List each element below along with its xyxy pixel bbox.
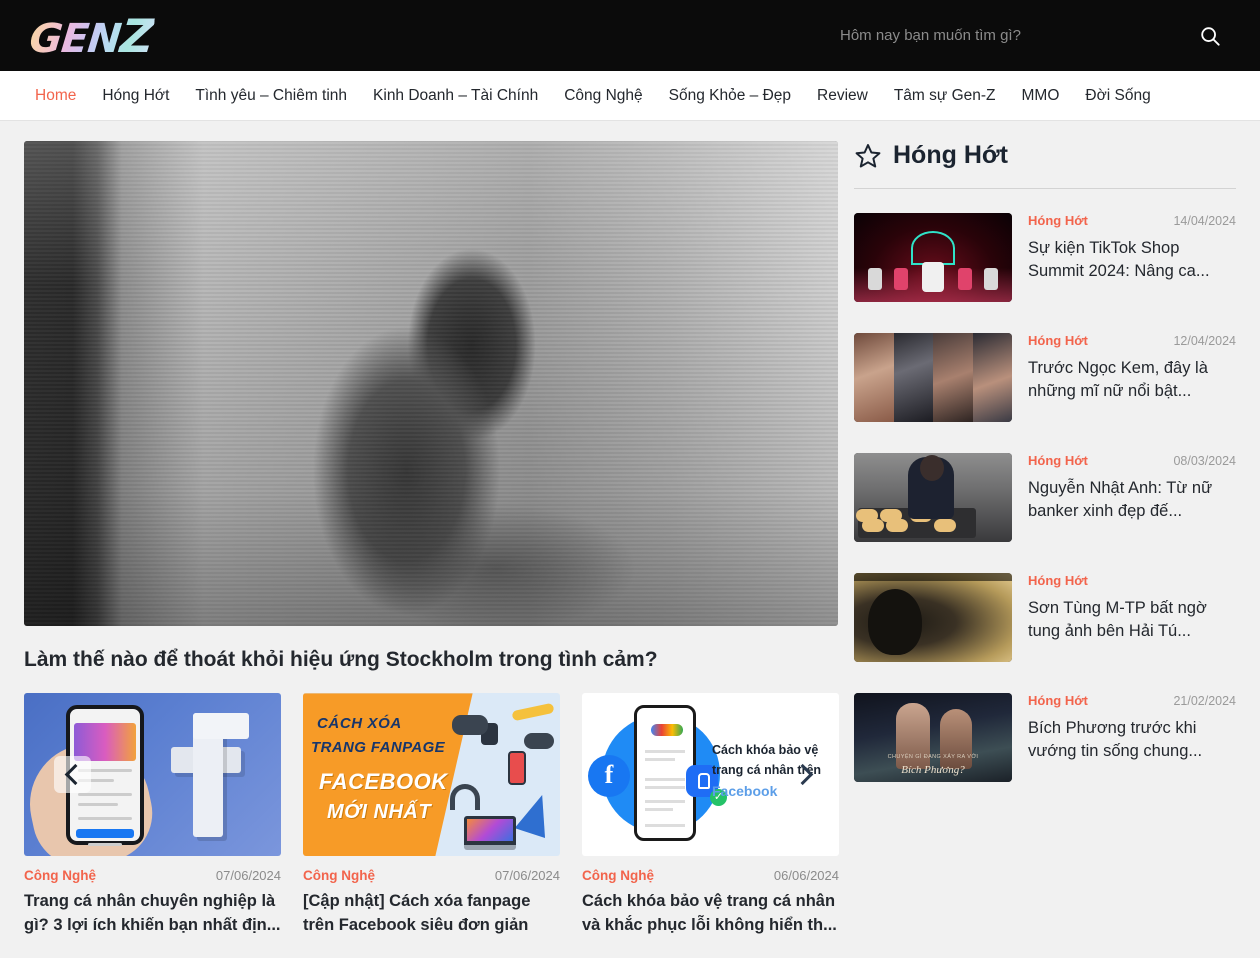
site-logo[interactable]: GENZ <box>28 13 156 59</box>
sidebar-article-item[interactable]: Hóng Hớt 08/03/2024 Nguyễn Nhật Anh: Từ … <box>854 437 1236 557</box>
sidebar-item-date: 21/02/2024 <box>1173 694 1236 708</box>
page-body: Làm thế nào để thoát khỏi hiệu ứng Stock… <box>0 121 1260 958</box>
sidebar-item-title[interactable]: Sơn Tùng M-TP bất ngờ tung ảnh bên Hải T… <box>1028 597 1236 643</box>
sidebar-item-category[interactable]: Hóng Hớt <box>1028 333 1088 348</box>
featured-article-title[interactable]: Làm thế nào để thoát khỏi hiệu ứng Stock… <box>24 646 838 674</box>
thumb-text-line1: CHUYỆN GÌ ĐANG XẢY RA VỚI <box>887 754 979 760</box>
sidebar-item-body: Hóng Hớt 21/02/2024 Bích Phương trước kh… <box>1028 693 1236 782</box>
sidebar-title: Hóng Hớt <box>893 141 1008 169</box>
nav-item-song-khoe[interactable]: Sống Khỏe – Đẹp <box>656 71 804 120</box>
nav-item-doi-song[interactable]: Đời Sống <box>1072 71 1163 120</box>
sidebar-article-item[interactable]: CHUYỆN GÌ ĐANG XẢY RA VỚI Bích Phương? H… <box>854 677 1236 797</box>
sidebar-article-item[interactable]: Hóng Hớt Sơn Tùng M-TP bất ngờ tung ảnh … <box>854 557 1236 677</box>
sidebar-thumbnail[interactable]: CHUYỆN GÌ ĐANG XẢY RA VỚI Bích Phương? <box>854 693 1012 782</box>
sidebar-item-title[interactable]: Bích Phương trước khi vướng tin sống chu… <box>1028 717 1236 763</box>
thumb-text-line3: FACEBOOK <box>319 769 448 795</box>
sidebar-item-category[interactable]: Hóng Hớt <box>1028 693 1088 708</box>
sidebar-item-title[interactable]: Trước Ngọc Kem, đây là những mĩ nữ nổi b… <box>1028 357 1236 403</box>
card-date: 06/06/2024 <box>773 868 839 884</box>
carousel-card[interactable]: CÁCH XÓA TRANG FANPAGE FACEBOOK MỚI NHẤT… <box>303 693 560 937</box>
carousel-prev-button[interactable] <box>54 756 91 794</box>
sidebar-item-meta: Hóng Hớt 14/04/2024 <box>1028 213 1236 228</box>
star-icon <box>854 142 882 170</box>
sidebar-item-meta: Hóng Hớt 08/03/2024 <box>1028 453 1236 468</box>
card-meta: Công Nghệ 07/06/2024 <box>303 868 560 883</box>
card-category[interactable]: Công Nghệ <box>582 868 654 883</box>
sidebar-item-meta: Hóng Hớt 21/02/2024 <box>1028 693 1236 708</box>
logo-text-z: Z <box>117 8 156 63</box>
featured-article-image[interactable] <box>24 141 838 626</box>
nav-item-cong-nghe[interactable]: Công Nghệ <box>551 71 655 120</box>
card-title[interactable]: [Cập nhật] Cách xóa fanpage trên Faceboo… <box>303 890 560 937</box>
card-title[interactable]: Cách khóa bảo vệ trang cá nhân và khắc p… <box>582 890 839 937</box>
thumb-art-silhouette <box>854 573 1012 662</box>
sidebar-item-title[interactable]: Sự kiện TikTok Shop Summit 2024: Nâng ca… <box>1028 237 1236 283</box>
sidebar-article-item[interactable]: Hóng Hớt 12/04/2024 Trước Ngọc Kem, đây … <box>854 317 1236 437</box>
nav-item-tinh-yeu[interactable]: Tình yêu – Chiêm tinh <box>182 71 360 120</box>
card-category[interactable]: Công Nghệ <box>24 868 96 883</box>
sidebar-item-date: 08/03/2024 <box>1173 454 1236 468</box>
nav-item-review[interactable]: Review <box>804 71 881 120</box>
card-date: 07/06/2024 <box>494 868 560 884</box>
search-icon <box>1199 25 1221 47</box>
nav-item-hong-hot[interactable]: Hóng Hớt <box>89 71 182 120</box>
hero-photo-bw <box>24 141 838 626</box>
carousel-next-button[interactable] <box>787 756 824 793</box>
sidebar-item-meta: Hóng Hớt <box>1028 573 1236 588</box>
article-carousel: Công Nghệ 07/06/2024 Trang cá nhân chuyê… <box>24 693 839 937</box>
carousel-card[interactable]: f ✓ Cách khóa bảo vệ trang cá nhân trên … <box>582 693 839 937</box>
card-category[interactable]: Công Nghệ <box>303 868 375 883</box>
featured-article[interactable]: Làm thế nào để thoát khỏi hiệu ứng Stock… <box>24 141 838 674</box>
nav-item-home[interactable]: Home <box>22 71 89 120</box>
sidebar-item-body: Hóng Hớt 08/03/2024 Nguyễn Nhật Anh: Từ … <box>1028 453 1236 542</box>
nav-item-mmo[interactable]: MMO <box>1009 71 1073 120</box>
sidebar-header: Hóng Hớt <box>854 141 1236 189</box>
sidebar-item-body: Hóng Hớt 14/04/2024 Sự kiện TikTok Shop … <box>1028 213 1236 302</box>
sidebar-item-category[interactable]: Hóng Hớt <box>1028 573 1088 588</box>
chevron-left-icon <box>64 764 86 786</box>
sidebar-item-body: Hóng Hớt Sơn Tùng M-TP bất ngờ tung ảnh … <box>1028 573 1236 662</box>
thumb-art-fanpage-banner: CÁCH XÓA TRANG FANPAGE FACEBOOK MỚI NHẤT <box>303 693 560 857</box>
card-meta: Công Nghệ 06/06/2024 <box>582 868 839 883</box>
nav-item-kinh-doanh[interactable]: Kinh Doanh – Tài Chính <box>360 71 551 120</box>
thumb-text-line1: CÁCH XÓA <box>317 715 402 733</box>
sidebar-article-item[interactable]: Hóng Hớt 14/04/2024 Sự kiện TikTok Shop … <box>854 197 1236 317</box>
sidebar-item-date: 14/04/2024 <box>1173 214 1236 228</box>
thumb-text-line2: TRANG FANPAGE <box>311 739 446 757</box>
sidebar-item-category[interactable]: Hóng Hớt <box>1028 213 1088 228</box>
sidebar-thumbnail[interactable] <box>854 333 1012 422</box>
main-content: Làm thế nào để thoát khỏi hiệu ứng Stock… <box>24 141 839 958</box>
thumb-art-baker <box>854 453 1012 542</box>
thumb-art-bich-phuong: CHUYỆN GÌ ĐANG XẢY RA VỚI Bích Phương? <box>854 693 1012 782</box>
search-input[interactable] <box>840 21 1170 50</box>
card-date: 07/06/2024 <box>215 868 281 884</box>
sidebar-item-body: Hóng Hớt 12/04/2024 Trước Ngọc Kem, đây … <box>1028 333 1236 422</box>
header-search-area <box>840 14 1232 58</box>
site-header: GENZ <box>0 0 1260 71</box>
sidebar-item-title[interactable]: Nguyễn Nhật Anh: Từ nữ banker xinh đẹp đ… <box>1028 477 1236 523</box>
carousel-card[interactable]: Công Nghệ 07/06/2024 Trang cá nhân chuyê… <box>24 693 281 937</box>
thumb-text-line4: MỚI NHẤT <box>327 801 432 824</box>
thumb-art-women-collage <box>854 333 1012 422</box>
sidebar-item-category[interactable]: Hóng Hớt <box>1028 453 1088 468</box>
sidebar-thumbnail[interactable] <box>854 453 1012 542</box>
card-meta: Công Nghệ 07/06/2024 <box>24 868 281 883</box>
sidebar-item-meta: Hóng Hớt 12/04/2024 <box>1028 333 1236 348</box>
main-navigation: Home Hóng Hớt Tình yêu – Chiêm tinh Kinh… <box>0 71 1260 121</box>
card-title[interactable]: Trang cá nhân chuyên nghiệp là gì? 3 lợi… <box>24 890 281 937</box>
thumb-art-tiktok-summit <box>854 213 1012 302</box>
sidebar-thumbnail[interactable] <box>854 213 1012 302</box>
sidebar-thumbnail[interactable] <box>854 573 1012 662</box>
sidebar: Hóng Hớt Hóng Hớt 14/04/2024 Sự kiện Tik… <box>854 141 1236 958</box>
search-button[interactable] <box>1188 14 1232 58</box>
nav-item-tam-su[interactable]: Tâm sự Gen-Z <box>881 71 1009 120</box>
sidebar-item-date: 12/04/2024 <box>1173 334 1236 348</box>
thumb-text-line2: Bích Phương? <box>901 764 965 776</box>
thumb-text-line2: Facebook <box>712 783 778 800</box>
logo-text-gen: GEN <box>27 15 123 62</box>
card-thumbnail[interactable]: CÁCH XÓA TRANG FANPAGE FACEBOOK MỚI NHẤT <box>303 693 560 857</box>
chevron-right-icon <box>792 764 814 786</box>
